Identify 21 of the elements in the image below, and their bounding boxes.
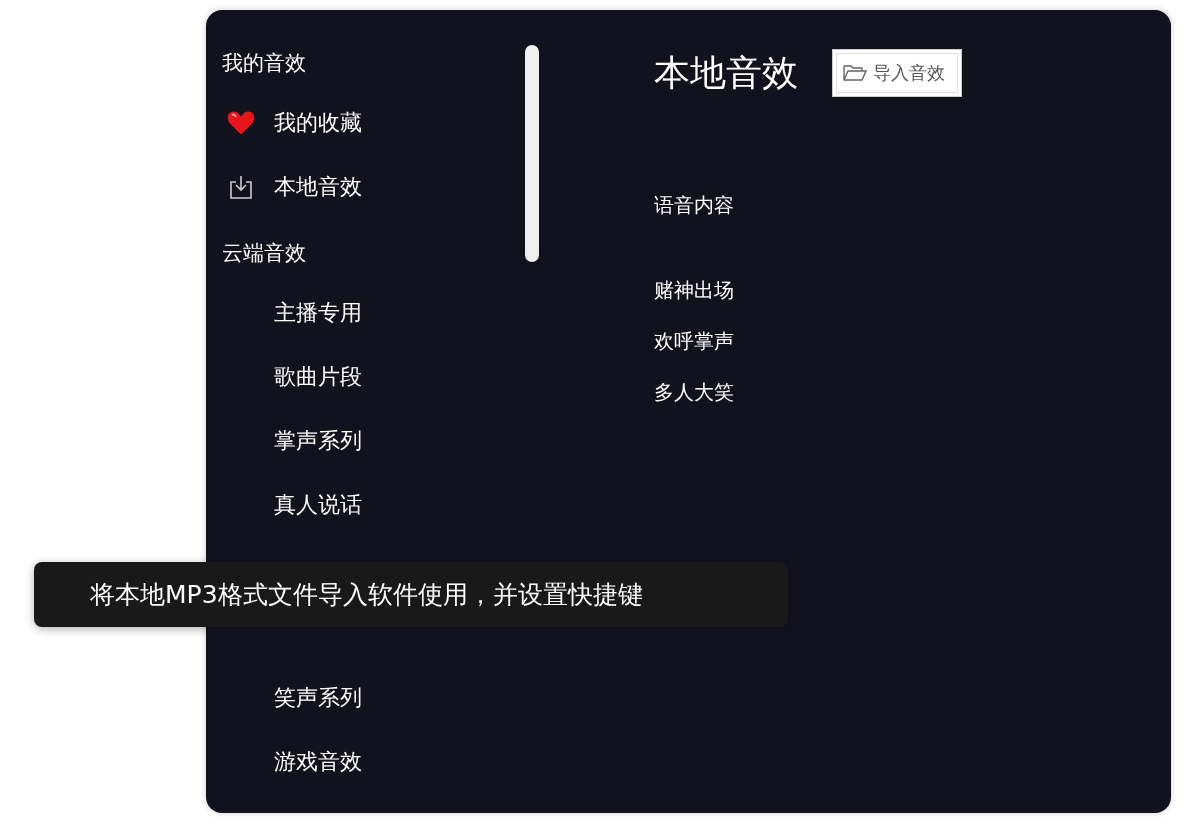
tooltip: 将本地MP3格式文件导入软件使用，并设置快捷键	[34, 562, 788, 627]
import-button[interactable]: 导入音效	[832, 49, 962, 97]
sidebar-item[interactable]: 本地音效	[274, 172, 362, 202]
sidebar-item[interactable]: 掌声系列	[274, 426, 362, 456]
sidebar-item[interactable]: 笑声系列	[274, 683, 362, 713]
page-title: 本地音效	[654, 50, 798, 95]
sound-item[interactable]: 欢呼掌声	[654, 328, 962, 356]
column-header: 语音内容	[654, 192, 735, 219]
sidebar-item[interactable]: 我的收藏	[274, 108, 362, 138]
sound-item[interactable]: 赌神出场	[654, 277, 962, 305]
heart-icon	[226, 110, 256, 136]
scrollbar-thumb[interactable]	[525, 45, 539, 262]
sidebar-item[interactable]: 主播专用	[274, 298, 362, 328]
sidebar-item[interactable]: 真人说话	[274, 490, 362, 520]
download-icon	[229, 174, 253, 200]
folder-icon	[843, 64, 867, 82]
section-heading: 我的音效	[222, 50, 307, 77]
section-heading: 云端音效	[222, 240, 307, 267]
sound-item[interactable]: 多人大笑	[654, 379, 962, 407]
sidebar-item[interactable]: 游戏音效	[274, 747, 362, 777]
sidebar-item[interactable]: 歌曲片段	[274, 362, 362, 392]
